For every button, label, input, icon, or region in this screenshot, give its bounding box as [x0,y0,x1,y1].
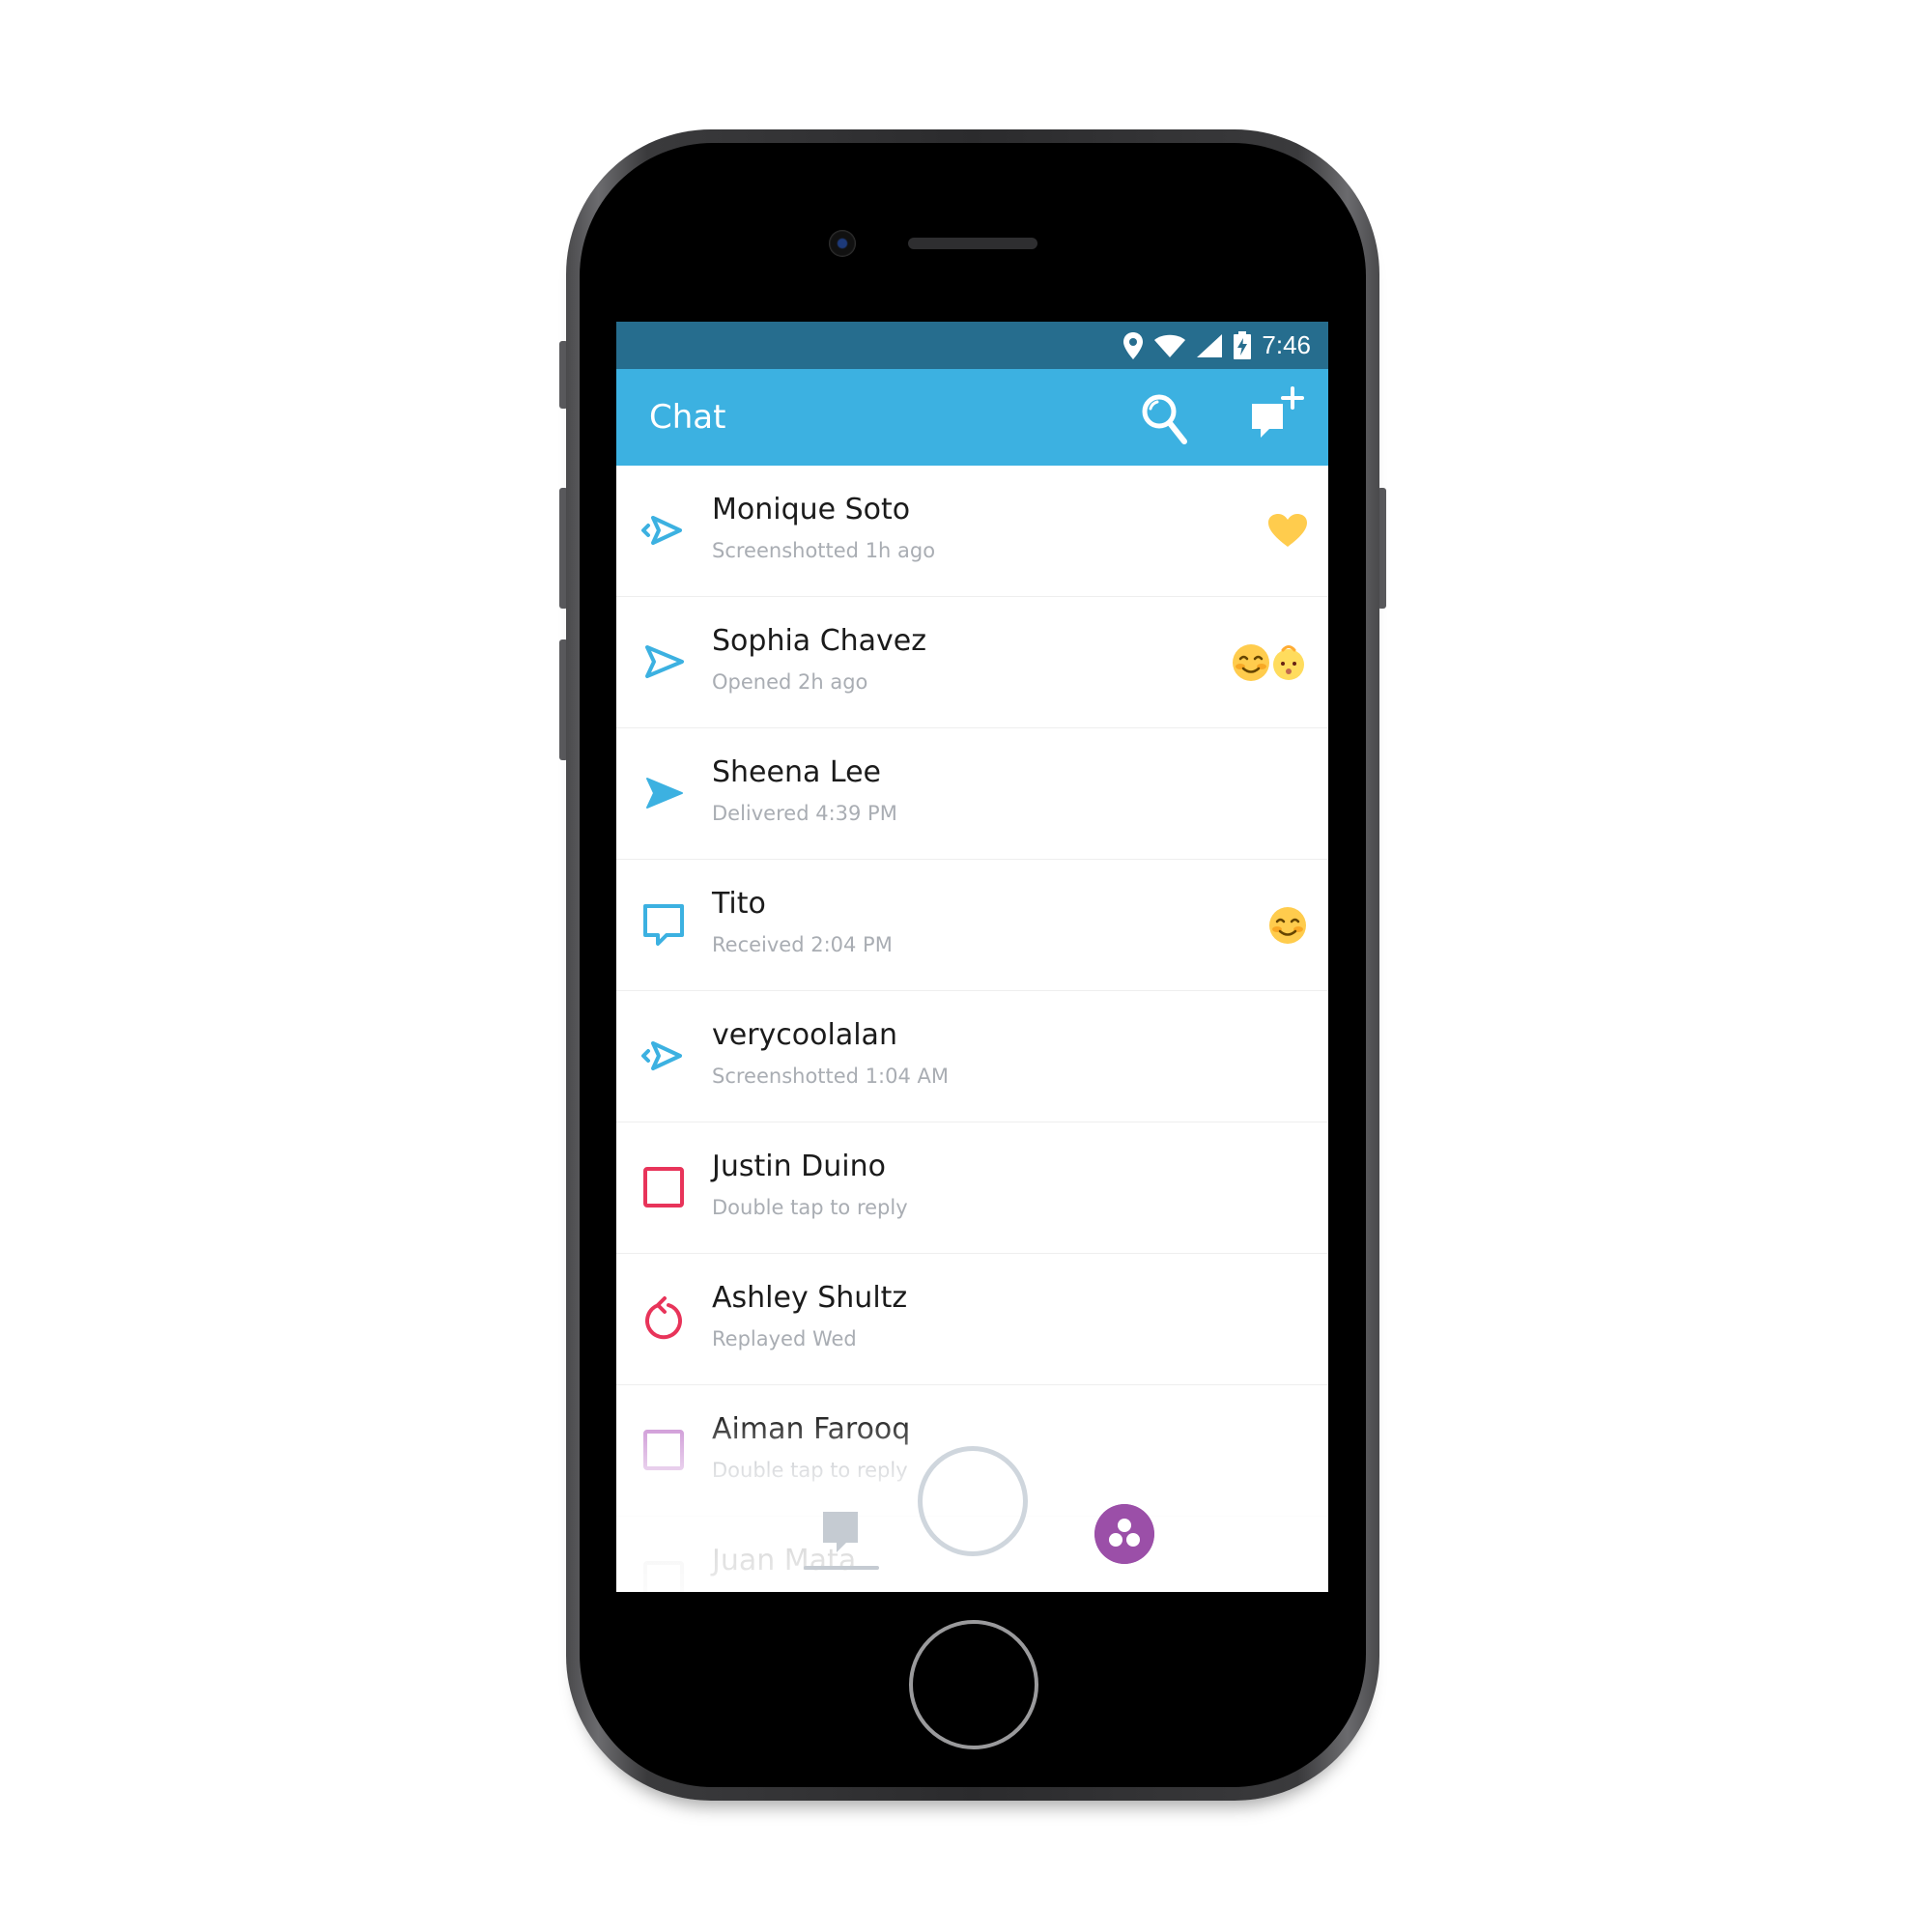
chat-status: Screenshotted 1h ago [712,539,936,562]
screenshot-arrow-icon [641,516,682,545]
chat-status: Replayed Wed [712,1327,857,1350]
app-bar: Chat [616,369,1328,466]
status-time: 7:46 [1262,330,1311,359]
chat-row[interactable]: Justin Duino Double tap to reply [616,1122,1328,1254]
friend-emojis [1232,641,1307,684]
chat-row[interactable]: Sheena Lee Delivered 4:39 PM [616,728,1328,860]
chat-status: Delivered 4:39 PM [712,802,897,825]
unopened-video-square-icon [643,1430,684,1470]
unopened-square-icon [643,1561,684,1592]
location-icon [1123,331,1144,359]
status-icons: 7:46 [1122,322,1311,369]
baby-emoji [1273,645,1304,680]
contact-name: Sheena Lee [712,755,882,789]
stories-icon[interactable] [1094,1504,1154,1564]
chat-row[interactable]: Monique Soto Screenshotted 1h ago [616,466,1328,597]
contact-name: Monique Soto [712,493,911,526]
delivered-arrow-icon [646,778,683,809]
search-icon[interactable] [1140,392,1190,446]
chat-nav-icon[interactable] [802,1508,881,1585]
chat-row[interactable]: Tito Received 2:04 PM [616,860,1328,991]
replay-icon [645,1296,682,1340]
new-chat-icon[interactable] [1248,384,1306,448]
front-camera [829,230,856,257]
chat-status: Double tap to reply [712,1196,908,1219]
chat-list: Monique Soto Screenshotted 1h ago Sophia… [616,466,1328,1592]
page-title: Chat [649,398,726,437]
contact-name: Tito [712,887,766,921]
earpiece-speaker [908,238,1037,249]
chat-status: Screenshotted 1:04 AM [712,1065,950,1088]
battery-charging-icon [1234,330,1252,359]
phone-screen: 7:46 Chat Monique Soto Screenshotted 1h … [616,322,1328,1592]
status-bar: 7:46 [616,322,1328,369]
friend-emojis [1268,904,1307,947]
smiling-face-emoji [1233,644,1269,681]
opened-arrow-icon [645,645,684,678]
device-stage: 7:46 Chat Monique Soto Screenshotted 1h … [0,0,1932,1932]
smiling-face-emoji [1269,907,1306,944]
contact-name: verycoolalan [712,1018,897,1052]
wifi-icon [1154,334,1186,357]
home-button[interactable] [909,1620,1038,1749]
friend-emojis [1268,510,1307,553]
chat-row[interactable]: Ashley Shultz Replayed Wed [616,1254,1328,1385]
camera-shutter-button[interactable] [918,1446,1028,1556]
chat-status: Double tap to reply [712,1459,908,1482]
contact-name: Justin Duino [712,1150,886,1183]
chat-status: Opened 2h ago [712,670,868,694]
chat-row[interactable]: verycoolalan Screenshotted 1:04 AM [616,991,1328,1122]
contact-name: Ashley Shultz [712,1281,908,1315]
chat-row[interactable]: Sophia Chavez Opened 2h ago [616,597,1328,728]
signal-icon [1197,333,1223,357]
contact-name: Sophia Chavez [712,624,927,658]
unopened-snap-square-icon [643,1167,684,1208]
yellow-heart-emoji [1268,514,1307,547]
screenshot-arrow-icon [641,1041,682,1070]
contact-name: Aiman Farooq [712,1412,911,1446]
chat-status: Received 2:04 PM [712,933,893,956]
chat-bubble-icon [643,904,684,946]
